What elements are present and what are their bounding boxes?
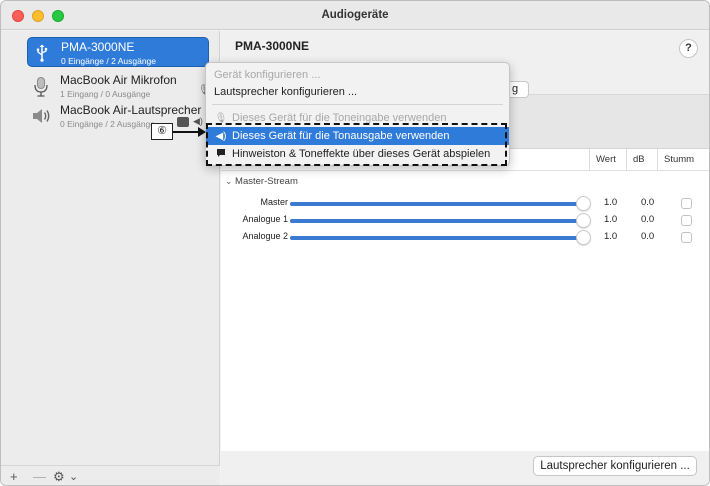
device-item-macbook-air-mikrofon[interactable]: MacBook Air Mikrofon 1 Eingang / 0 Ausgä… xyxy=(27,71,212,101)
device-name: MacBook Air Mikrofon xyxy=(60,73,177,87)
device-io-count: 0 Eingänge / 2 Ausgänge xyxy=(61,56,156,66)
device-io-count: 1 Eingang / 0 Ausgänge xyxy=(60,89,151,99)
channel-label: Analogue 1 xyxy=(242,214,288,224)
table-row: Master 1.0 0.0 xyxy=(221,196,709,212)
db-cell: 0.0 xyxy=(641,197,655,208)
mute-checkbox[interactable] xyxy=(681,232,692,243)
speaker-icon xyxy=(31,106,51,126)
usb-icon xyxy=(32,43,52,63)
column-header-stumm[interactable]: Stumm xyxy=(657,149,709,171)
volume-slider-knob[interactable] xyxy=(576,213,591,228)
device-item-macbook-air-lautsprecher[interactable]: MacBook Air-Lautsprecher 0 Eingänge / 2 … xyxy=(27,101,212,131)
column-header-wert[interactable]: Wert xyxy=(589,149,626,171)
device-io-count: 0 Eingänge / 2 Ausgänge xyxy=(60,119,155,129)
window-title: Audiogeräte xyxy=(321,9,389,21)
channel-label: Analogue 2 xyxy=(242,231,288,241)
sidebar-toolbar: + — ⚙ ⌄ xyxy=(1,465,220,485)
alert-sound-icon xyxy=(177,117,189,127)
microphone-icon xyxy=(31,76,51,97)
title-bar: Audiogeräte xyxy=(1,1,709,30)
table-row: Analogue 1 1.0 0.0 xyxy=(221,213,709,229)
highlight-dashed-box xyxy=(206,123,507,166)
device-item-pma-3000ne[interactable]: PMA-3000NE 0 Eingänge / 2 Ausgänge xyxy=(27,37,209,67)
device-name: PMA-3000NE xyxy=(61,40,135,54)
callout-arrow-line xyxy=(173,131,200,133)
column-header-db[interactable]: dB xyxy=(626,149,657,171)
menu-item-configure-speakers[interactable]: Lautsprecher konfigurieren ... xyxy=(206,83,509,101)
remove-device-button[interactable]: — xyxy=(33,469,46,484)
menu-item-configure-device[interactable]: Gerät konfigurieren ... xyxy=(206,66,509,84)
db-cell: 0.0 xyxy=(641,214,655,225)
volume-slider-track[interactable] xyxy=(290,202,578,206)
db-cell: 0.0 xyxy=(641,231,655,242)
add-device-button[interactable]: + xyxy=(10,469,18,484)
gear-icon[interactable]: ⚙ xyxy=(53,469,65,485)
device-name: MacBook Air-Lautsprecher xyxy=(60,103,202,117)
table-row: Analogue 2 1.0 0.0 xyxy=(221,230,709,246)
chevron-down-icon[interactable]: ⌄ xyxy=(69,470,78,483)
callout-arrow-head-icon xyxy=(198,127,206,137)
audio-devices-window: Audiogeräte PMA-3000NE 0 Eingänge / 2 Au… xyxy=(0,0,710,486)
chevron-down-icon: ⌄ xyxy=(225,176,236,186)
value-cell: 1.0 xyxy=(604,231,618,242)
value-cell: 1.0 xyxy=(604,197,618,208)
mute-checkbox[interactable] xyxy=(681,198,692,209)
group-disclosure[interactable]: ⌄ Master-Stream xyxy=(225,176,298,187)
device-title: PMA-3000NE xyxy=(235,39,310,53)
callout-number: ⑥ xyxy=(151,123,173,140)
value-cell: 1.0 xyxy=(604,214,618,225)
group-label: Master-Stream xyxy=(235,176,298,187)
channel-label: Master xyxy=(260,197,288,207)
volume-slider-knob[interactable] xyxy=(576,196,591,211)
help-button[interactable]: ? xyxy=(679,39,698,58)
volume-table: Wert dB Stumm ⌄ Master-Stream Master 1.0… xyxy=(221,148,709,451)
volume-slider-knob[interactable] xyxy=(576,230,591,245)
output-indicator-icon: ◀) xyxy=(193,116,203,126)
device-sidebar: PMA-3000NE 0 Eingänge / 2 Ausgänge MacBo… xyxy=(1,31,220,485)
volume-slider-track[interactable] xyxy=(290,219,578,223)
volume-slider-track[interactable] xyxy=(290,236,578,240)
menu-separator xyxy=(212,104,503,105)
mute-checkbox[interactable] xyxy=(681,215,692,226)
configure-speakers-button[interactable]: Lautsprecher konfigurieren ... xyxy=(533,456,697,476)
